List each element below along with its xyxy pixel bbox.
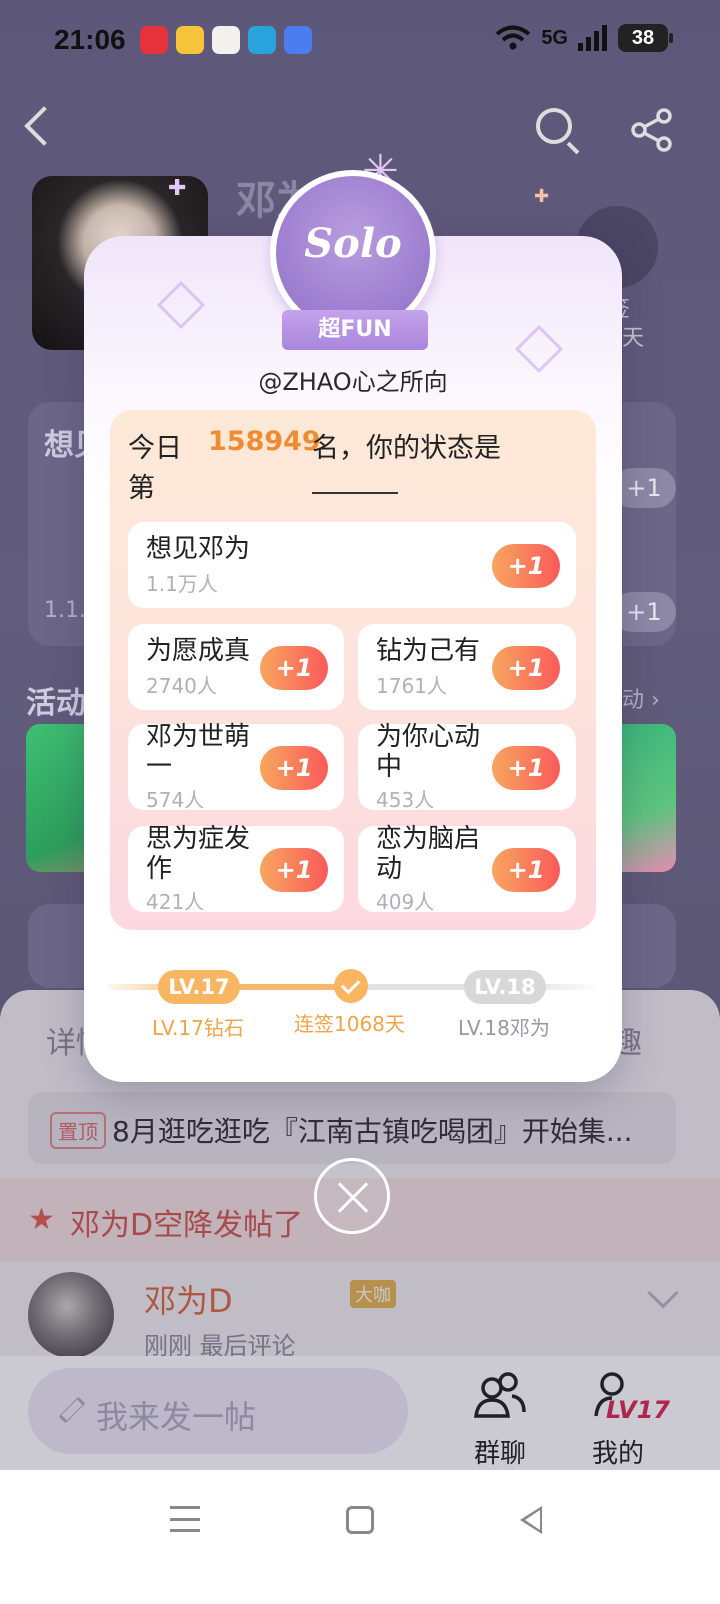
plus-one-button[interactable]: +1	[260, 746, 328, 790]
xiaohongshu-icon	[140, 26, 168, 54]
sparkle-icon: ✚	[534, 186, 550, 207]
status-time: 21:06	[54, 24, 126, 55]
mood-option-label: 思为症发作	[146, 824, 251, 884]
mood-option-count: 574人	[146, 788, 205, 812]
rank-number: 158949	[208, 426, 321, 457]
plus-one-button[interactable]: +1	[492, 746, 560, 790]
mood-option-count: 421人	[146, 890, 205, 914]
mood-option-count: 2740人	[146, 674, 217, 698]
close-button[interactable]	[314, 1158, 390, 1234]
top-nav	[0, 104, 720, 164]
next-level-pill: LV.18	[464, 970, 546, 1004]
avatar-app-icon	[212, 26, 240, 54]
plus-one-button[interactable]: +1	[492, 544, 560, 588]
rank-prefix-ordinal: 第	[128, 473, 155, 504]
check-icon	[334, 969, 368, 1003]
blank-underline	[312, 492, 398, 494]
sparkle-icon: ✚	[168, 176, 187, 201]
mood-option-label: 为你心动中	[376, 722, 481, 782]
user-handle: @ZHAO心之所向	[258, 368, 448, 396]
mood-option-label: 邓为世萌一	[146, 722, 251, 782]
rank-suffix: 名，你的状态是	[312, 433, 501, 464]
mood-option-label: 恋为脑启动	[376, 824, 481, 884]
network-type: 5G	[541, 26, 568, 49]
mood-option-label: 为愿成真	[146, 636, 251, 666]
weibo-icon	[176, 26, 204, 54]
solo-badge-text: Solo	[304, 220, 402, 267]
rank-prefix-today: 今日	[128, 433, 182, 464]
mood-option-label: 钻为己有	[376, 636, 481, 666]
share-icon[interactable]	[630, 108, 674, 152]
back-icon[interactable]	[24, 106, 64, 146]
current-level-caption: LV.17钻石	[152, 1016, 244, 1040]
mood-option-count: 1.1万人	[146, 572, 218, 596]
system-nav-bar	[0, 1470, 720, 1604]
diamond-icon	[156, 280, 206, 330]
wifi-icon	[496, 25, 531, 50]
mood-option-count: 453人	[376, 788, 435, 812]
streak-caption: 连签1068天	[294, 1012, 405, 1036]
mood-option-count: 1761人	[376, 674, 447, 698]
status-right: 5G 38	[495, 24, 673, 52]
system-back-icon[interactable]	[520, 1506, 542, 1534]
battery-icon: 38	[618, 24, 673, 52]
mood-option-count: 409人	[376, 890, 435, 914]
next-level-caption: LV.18邓为	[458, 1016, 550, 1040]
current-level-pill: LV.17	[158, 970, 240, 1004]
bg-activity-title: 活动	[26, 686, 86, 721]
star-app-icon	[284, 26, 312, 54]
status-bar: 21:06 5G 38	[0, 0, 720, 84]
plus-one-button[interactable]: +1	[260, 848, 328, 892]
signal-icon	[578, 25, 607, 51]
bg-activity-more: 动 ›	[622, 688, 660, 713]
plus-one-button[interactable]: +1	[260, 646, 328, 690]
mood-option-label: 想见邓为	[146, 534, 251, 564]
plus-one-button[interactable]: +1	[492, 848, 560, 892]
menu-icon[interactable]	[170, 1506, 200, 1532]
plus-one-button[interactable]: +1	[492, 646, 560, 690]
badge-ribbon: 超FUN	[282, 310, 428, 350]
bottom-dim-overlay	[0, 1356, 720, 1470]
home-icon[interactable]	[346, 1506, 374, 1534]
telegram-icon	[248, 26, 276, 54]
search-icon[interactable]	[536, 108, 572, 144]
